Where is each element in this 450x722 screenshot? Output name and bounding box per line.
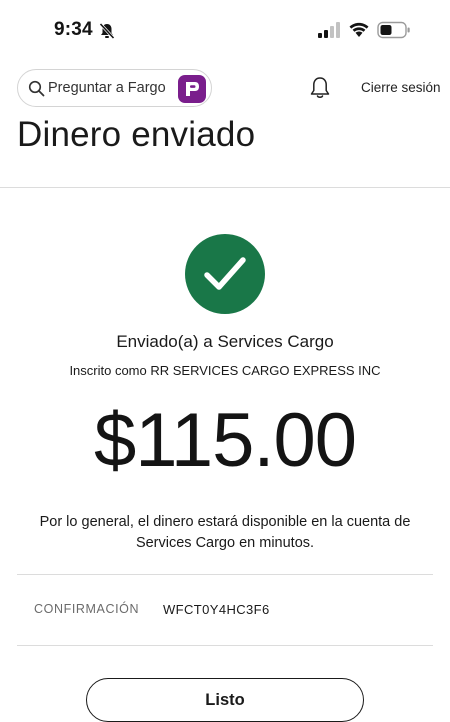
bell-slash-icon xyxy=(98,22,116,40)
wifi-icon xyxy=(348,20,370,38)
cellular-signal-icon xyxy=(318,22,342,38)
bell-icon[interactable] xyxy=(308,75,332,101)
page-title: Dinero enviado xyxy=(17,115,256,154)
success-indicator xyxy=(185,234,265,314)
status-bar: 9:34 xyxy=(0,0,450,60)
header-divider xyxy=(0,187,450,188)
ask-fargo-search[interactable]: Preguntar a Fargo xyxy=(17,69,212,107)
registered-name: Inscrito como RR SERVICES CARGO EXPRESS … xyxy=(69,363,381,378)
details-divider-bottom xyxy=(17,645,433,646)
confirmation-label: CONFIRMACIÓN xyxy=(34,602,140,616)
checkmark-icon xyxy=(204,257,246,290)
recipient-line: Enviado(a) a Services Cargo xyxy=(116,332,334,351)
details-divider xyxy=(17,574,433,575)
search-label: Preguntar a Fargo xyxy=(48,80,166,96)
availability-note: Por lo general, el dinero estará disponi… xyxy=(39,514,411,551)
logout-link[interactable]: Cierre sesión xyxy=(361,80,441,95)
confirmation-number: WFCT0Y4HC3F6 xyxy=(163,602,270,617)
fargo-assistant-icon[interactable] xyxy=(178,75,206,103)
battery-icon xyxy=(377,21,411,39)
amount-sent: $115.00 xyxy=(93,398,357,483)
done-button[interactable]: Listo xyxy=(86,678,364,722)
status-time: 9:34 xyxy=(54,19,93,40)
search-icon xyxy=(28,80,45,97)
